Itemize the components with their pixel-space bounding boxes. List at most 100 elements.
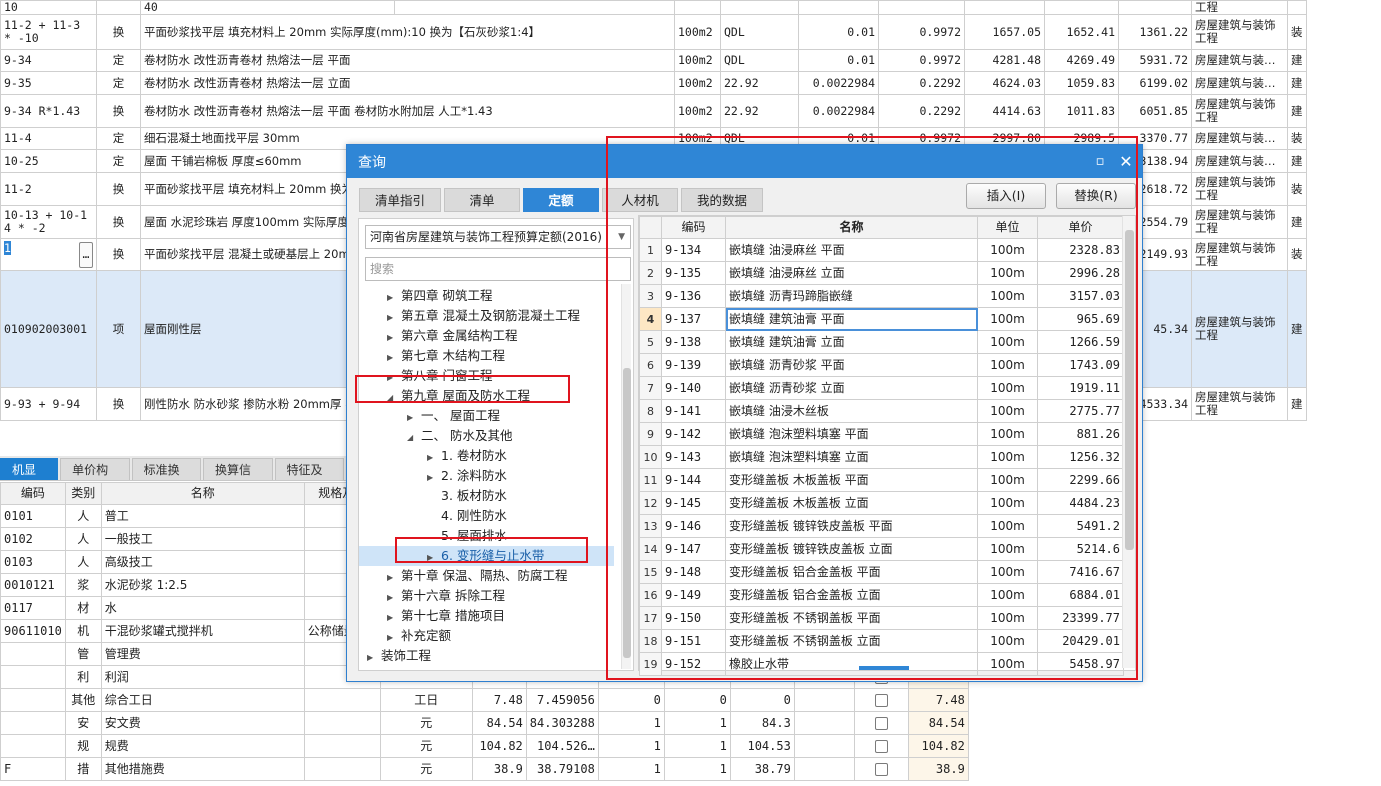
expand-arrow-icon[interactable]: ▶ xyxy=(387,368,401,388)
table-row[interactable]: 9-35 定卷材防水 改性沥青卷材 热熔法一层 立面 100m2 22.92 0.002… xyxy=(0,71,1307,95)
expand-arrow-icon[interactable]: ▶ xyxy=(387,568,401,588)
tree-node[interactable]: ▶ 2. 涂料防水 xyxy=(427,466,507,486)
resource-row[interactable]: 规规费元 104.82 104.526… 1 1 104.53 104.82 xyxy=(0,734,969,758)
close-icon[interactable]: ✕ xyxy=(1116,152,1136,171)
expand-arrow-icon[interactable]: ▶ xyxy=(387,288,401,308)
tree-node[interactable]: ◢ 二、 防水及其他 xyxy=(407,426,512,446)
replace-button[interactable]: 替换(R) xyxy=(1056,183,1136,209)
quota-row[interactable]: 11 9-144 变形缝盖板 木板盖板 平面 100m 2299.66 xyxy=(639,468,1124,492)
quota-row[interactable]: 15 9-148 变形缝盖板 铝合金盖板 平面 100m 7416.67 xyxy=(639,560,1124,584)
expand-arrow-icon[interactable]: ▶ xyxy=(427,448,441,468)
splitter-handle[interactable] xyxy=(859,666,909,670)
tab-standard-conversion[interactable]: 标准换算 xyxy=(131,458,202,499)
tree-node[interactable]: 3. 板材防水 xyxy=(427,486,507,506)
table-row[interactable]: 9-34 R*1.43 换卷材防水 改性沥青卷材 热熔法一层 平面 卷材防水附加层… xyxy=(0,94,1307,128)
quota-row[interactable]: 13 9-146 变形缝盖板 镀锌铁皮盖板 平面 100m 5491.2 xyxy=(639,514,1124,538)
quota-row[interactable]: 8 9-141 嵌填缝 油浸木丝板 100m 2775.77 xyxy=(639,399,1124,423)
tree-node[interactable]: ▶ 第六章 金属结构工程 xyxy=(387,326,517,346)
quota-row[interactable]: 12 9-145 变形缝盖板 木板盖板 立面 100m 4484.23 xyxy=(639,491,1124,515)
expand-arrow-icon[interactable]: ▶ xyxy=(427,548,441,568)
table-row[interactable]: 9-34 定卷材防水 改性沥青卷材 热熔法一层 平面 100m2 QDL 0.01 0.9… xyxy=(0,49,1307,72)
app-window: 10 40 工程 11-2 + 11-3 * -10 换平面砂浆找平层 填充材料上 2… xyxy=(0,0,1381,786)
expand-arrow-icon[interactable]: ▶ xyxy=(387,608,401,628)
table-row[interactable]: 11-2 + 11-3 * -10 换平面砂浆找平层 填充材料上 20mm 实际厚… xyxy=(0,14,1307,50)
tree-node[interactable]: ▶ 第十六章 拆除工程 xyxy=(387,586,505,606)
quota-row[interactable]: 18 9-151 变形缝盖板 不锈钢盖板 立面 100m 20429.01 xyxy=(639,629,1124,653)
maximize-icon[interactable]: ▫ xyxy=(1090,154,1110,169)
expand-arrow-icon[interactable]: ▶ xyxy=(387,328,401,348)
tree-node[interactable]: ▶ 第八章 门窗工程 xyxy=(387,366,492,386)
tab-list-guide[interactable]: 清单指引 xyxy=(359,188,442,212)
collapse-arrow-icon[interactable]: ◢ xyxy=(407,428,421,448)
quota-results-panel: 编码 名称 单位 单价 1 9-134 嵌填缝 油浸麻丝 平面 100m 2328.83 2 9-… xyxy=(638,215,1136,676)
tab-quota[interactable]: 定额 xyxy=(523,188,600,212)
tree-node[interactable]: ◢ 第九章 屋面及防水工程 xyxy=(387,386,530,406)
checkbox[interactable] xyxy=(874,739,888,753)
expand-arrow-icon[interactable]: ▶ xyxy=(387,588,401,608)
tree-node[interactable]: ▶ 第七章 木结构工程 xyxy=(387,346,505,366)
quota-library-select[interactable]: 河南省房屋建筑与装饰工程预算定额(2016) ▼ xyxy=(365,225,631,249)
quota-row[interactable]: 9 9-142 嵌填缝 泡沫塑料填塞 平面 100m 881.26 xyxy=(639,422,1124,446)
tree-node[interactable]: ▶ 第四章 砌筑工程 xyxy=(387,286,492,306)
expand-arrow-icon[interactable]: ▶ xyxy=(407,408,421,428)
tab-my-data[interactable]: 我的数据 xyxy=(681,188,764,212)
tree-node[interactable]: ▶ 6. 变形缝与止水带 xyxy=(359,546,614,566)
ellipsis-button[interactable]: … xyxy=(79,241,93,268)
expand-arrow-icon[interactable]: ▶ xyxy=(367,648,381,668)
quota-row[interactable]: 10 9-143 嵌填缝 泡沫塑料填塞 立面 100m 1256.32 xyxy=(639,445,1124,469)
tab-machine-display[interactable]: 机显示 xyxy=(0,458,59,499)
quota-row[interactable]: 17 9-150 变形缝盖板 不锈钢盖板 平面 100m 23399.77 xyxy=(639,606,1124,630)
search-input[interactable]: 搜索 xyxy=(365,257,631,281)
scrollbar-thumb[interactable] xyxy=(623,368,631,658)
dialog-title: 查询 xyxy=(358,154,386,171)
tree-node[interactable]: 4. 刚性防水 xyxy=(427,506,507,526)
checkbox[interactable] xyxy=(874,762,888,776)
quota-row[interactable]: 5 9-138 嵌填缝 建筑油膏 立面 100m 1266.59 xyxy=(639,330,1124,354)
quota-row[interactable]: 19 9-152 橡胶止水带 100m 5458.97 xyxy=(639,652,1124,676)
resource-row[interactable]: 其他 综合工日 工日 7.48 7.459056 0 0 0 7.48 xyxy=(0,688,969,712)
insert-button[interactable]: 插入(I) xyxy=(966,183,1046,209)
results-scrollbar[interactable] xyxy=(1122,216,1135,668)
resource-row[interactable]: F 措其他措施费元 38.9 38.79108 1 1 38.79 38.9 xyxy=(0,757,969,781)
quota-row[interactable]: 2 9-135 嵌填缝 油浸麻丝 立面 100m 2996.28 xyxy=(639,261,1124,285)
query-dialog: 查询 ▫ ✕ 清单指引 清单 定额 人材机 我的数据 插入(I) 替换(R) 河… xyxy=(346,144,1143,682)
tree-node-label: 6. 变形缝与止水带 xyxy=(441,548,545,563)
expand-arrow-icon[interactable]: ▶ xyxy=(387,308,401,328)
tree-node[interactable]: ▶ 第五章 混凝土及钢筋混凝土工程 xyxy=(387,306,580,326)
quota-row[interactable]: 6 9-139 嵌填缝 沥青砂浆 平面 100m 1743.09 xyxy=(639,353,1124,377)
tree-node[interactable]: ▶ 第十七章 措施项目 xyxy=(387,606,505,626)
detail-tabbar: 机显示 单价构成 标准换算 换算信息 特征及内 xyxy=(0,456,346,499)
tree-node[interactable]: ▶ 补充定额 xyxy=(387,626,451,646)
tree-node[interactable]: 5. 屋面排水 xyxy=(427,526,507,546)
table-row[interactable]: 10 40 工程 xyxy=(0,0,1307,15)
expand-arrow-icon[interactable]: ▶ xyxy=(387,628,401,648)
tree-node[interactable]: ▶ 一、 屋面工程 xyxy=(407,406,500,426)
quota-row[interactable]: 3 9-136 嵌填缝 沥青玛蹄脂嵌缝 100m 3157.03 xyxy=(639,284,1124,308)
checkbox[interactable] xyxy=(874,693,888,707)
dialog-tabbar: 清单指引 清单 定额 人材机 我的数据 xyxy=(359,188,766,212)
quota-row[interactable]: 4 9-137 嵌填缝 建筑油膏 平面 100m 965.69 xyxy=(639,307,1124,331)
tab-conversion-info[interactable]: 换算信息 xyxy=(203,458,273,499)
quota-row[interactable]: 14 9-147 变形缝盖板 镀锌铁皮盖板 立面 100m 5214.6 xyxy=(639,537,1124,561)
tree-node[interactable]: ▶ 第十章 保温、隔热、防腐工程 xyxy=(387,566,567,586)
tree-node[interactable]: ▶ 装饰工程 xyxy=(367,646,431,666)
expand-arrow-icon[interactable]: ▶ xyxy=(427,468,441,488)
quota-row[interactable]: 7 9-140 嵌填缝 沥青砂浆 立面 100m 1919.11 xyxy=(639,376,1124,400)
tree-node-label: 第十章 保温、隔热、防腐工程 xyxy=(401,568,568,583)
tab-unit-price[interactable]: 单价构成 xyxy=(60,458,130,499)
quota-row[interactable]: 1 9-134 嵌填缝 油浸麻丝 平面 100m 2328.83 xyxy=(639,238,1124,262)
expand-arrow-icon[interactable]: ▶ xyxy=(387,348,401,368)
checkbox[interactable] xyxy=(874,716,888,730)
tree-node-label: 补充定额 xyxy=(401,628,452,643)
tab-features[interactable]: 特征及内 xyxy=(274,458,344,499)
tab-labor-material-machine[interactable]: 人材机 xyxy=(602,188,679,212)
dialog-titlebar[interactable]: 查询 ▫ ✕ xyxy=(347,145,1142,178)
tree-node[interactable]: ▶ 1. 卷材防水 xyxy=(427,446,507,466)
collapse-arrow-icon[interactable]: ◢ xyxy=(387,388,401,408)
tab-list[interactable]: 清单 xyxy=(444,188,521,212)
quota-table: 编码 名称 单位 单价 1 9-134 嵌填缝 油浸麻丝 平面 100m 2328.83 2 9-… xyxy=(639,216,1124,676)
tree-scrollbar[interactable] xyxy=(621,284,631,669)
resource-row[interactable]: 安安文费元 84.54 84.303288 1 1 84.3 84.54 xyxy=(0,711,969,735)
quota-row[interactable]: 16 9-149 变形缝盖板 铝合金盖板 立面 100m 6884.01 xyxy=(639,583,1124,607)
scrollbar-thumb[interactable] xyxy=(1125,230,1134,550)
